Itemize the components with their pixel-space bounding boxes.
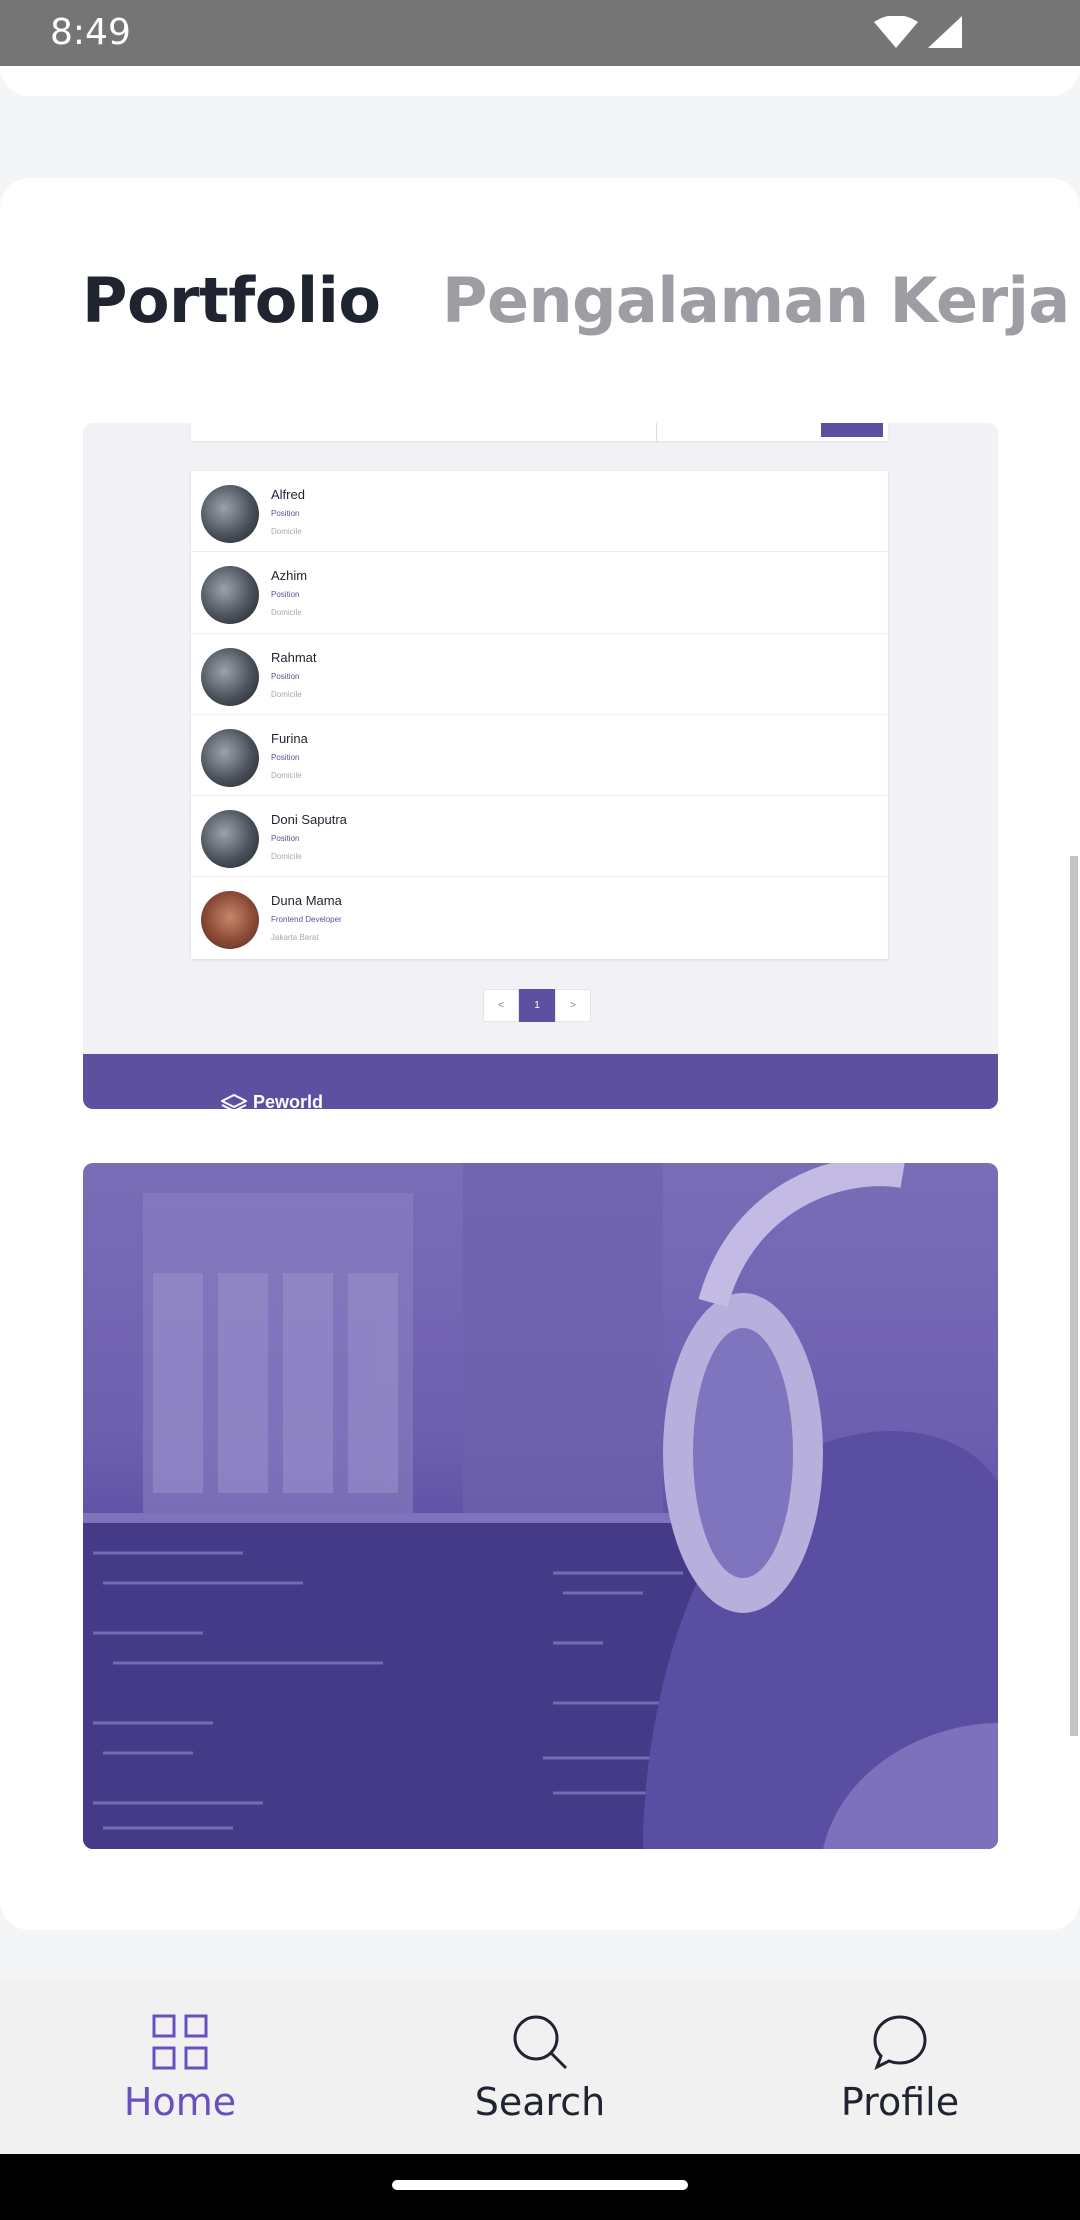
person-domicile: Domicile (271, 527, 302, 536)
footer-brand: Peworld (221, 1092, 323, 1109)
tab-portfolio[interactable]: Portfolio (82, 264, 381, 337)
person-domicile: Domicile (271, 689, 302, 699)
nav-profile[interactable]: Profile (720, 1980, 1080, 2154)
person-name: Duna Mama (271, 893, 342, 909)
nav-home[interactable]: Home (0, 1980, 360, 2154)
list-item: Alfred Position Domicile (191, 471, 888, 553)
tab-work-experience[interactable]: Pengalaman Kerja (442, 264, 1070, 337)
layers-icon (221, 1093, 247, 1109)
avatar (201, 566, 259, 625)
home-gesture-handle[interactable] (392, 2180, 688, 2190)
nav-profile-label: Profile (840, 2080, 960, 2124)
list-item: Doni Saputra Position Domicile (191, 796, 888, 878)
person-domicile: Domicile (271, 608, 302, 618)
pagination: < 1 > (483, 989, 591, 1022)
bottom-navigation: Home Search Profile (0, 1980, 1080, 2154)
person-position: Position (271, 834, 300, 844)
list-item: Duna Mama Frontend Developer Jakarta Bar… (191, 877, 888, 958)
nav-search-label: Search (474, 2080, 606, 2124)
portfolio-item-1[interactable]: Alfred Position Domicile Azhim Position … (83, 423, 998, 1109)
pagination-next: > (555, 989, 591, 1022)
nav-home-label: Home (123, 2080, 237, 2124)
status-icons (874, 16, 962, 50)
nav-search[interactable]: Search (360, 1980, 720, 2154)
person-name: Furina (271, 730, 308, 746)
pagination-current: 1 (519, 989, 555, 1022)
previous-card (0, 66, 1080, 96)
person-position: Position (271, 590, 300, 600)
person-position: Position (271, 509, 300, 518)
person-name: Doni Saputra (271, 812, 347, 828)
person-position: Position (271, 671, 300, 681)
person-domicile: Domicile (271, 770, 302, 780)
status-time: 8:49 (50, 12, 131, 53)
developer-photo (83, 1163, 998, 1849)
list-item: Furina Position Domicile (191, 715, 888, 797)
person-name: Alfred (271, 487, 305, 502)
people-list: Alfred Position Domicile Azhim Position … (191, 471, 888, 959)
chat-bubble-icon (873, 2015, 927, 2070)
search-button-preview (821, 423, 883, 437)
search-icon (513, 2015, 568, 2070)
list-item: Rahmat Position Domicile (191, 634, 888, 715)
wifi-icon (874, 16, 918, 48)
pagination-prev: < (483, 989, 519, 1022)
footer-brand-text: Peworld (253, 1092, 324, 1109)
avatar (201, 728, 259, 787)
footer-preview: Peworld (83, 1054, 998, 1109)
scrollbar[interactable] (1070, 856, 1078, 1736)
person-name: Azhim (271, 568, 308, 584)
grid-icon (152, 2014, 208, 2070)
avatar (201, 485, 259, 543)
person-position: Position (271, 752, 300, 762)
search-bar-preview (191, 423, 888, 441)
person-name: Rahmat (271, 649, 317, 665)
avatar (201, 810, 259, 869)
avatar (201, 891, 259, 950)
list-item: Azhim Position Domicile (191, 552, 888, 634)
status-bar: 8:49 (0, 0, 1080, 66)
signal-icon (928, 16, 962, 48)
person-position: Frontend Developer (271, 915, 342, 925)
person-domicile: Jakarta Barat (271, 933, 319, 943)
person-domicile: Domicile (271, 852, 302, 862)
avatar (201, 647, 259, 706)
portfolio-item-2[interactable] (83, 1163, 998, 1849)
